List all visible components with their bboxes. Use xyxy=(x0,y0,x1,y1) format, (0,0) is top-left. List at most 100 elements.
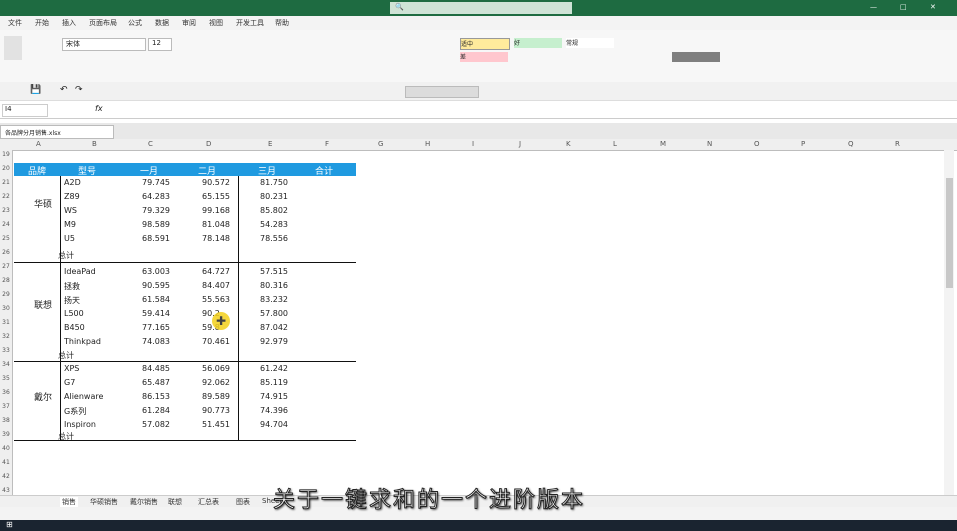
menu-item[interactable]: 插入 xyxy=(62,18,76,28)
value-cell[interactable]: 79.329 xyxy=(142,206,170,215)
column-header[interactable]: K xyxy=(566,140,571,148)
value-cell[interactable]: 86.153 xyxy=(142,392,170,401)
value-cell[interactable]: 57.082 xyxy=(142,420,170,429)
name-box[interactable]: I4 xyxy=(2,104,48,117)
value-cell[interactable]: 56.069 xyxy=(202,364,230,373)
brand-cell[interactable]: 华硕 xyxy=(34,197,52,210)
menu-item[interactable]: 文件 xyxy=(8,18,22,28)
menu-item[interactable]: 公式 xyxy=(128,18,142,28)
model-cell[interactable]: Inspiron xyxy=(64,420,96,429)
value-cell[interactable]: 81.750 xyxy=(260,178,288,187)
model-cell[interactable]: B450 xyxy=(64,323,85,332)
value-cell[interactable]: 57.800 xyxy=(260,309,288,318)
menu-item[interactable]: 开始 xyxy=(35,18,49,28)
value-cell[interactable]: 84.407 xyxy=(202,281,230,290)
value-cell[interactable]: 68.591 xyxy=(142,234,170,243)
menu-item[interactable]: 开发工具 xyxy=(236,18,264,28)
column-header[interactable]: Q xyxy=(848,140,854,148)
value-cell[interactable]: 92.979 xyxy=(260,337,288,346)
value-cell[interactable]: 84.485 xyxy=(142,364,170,373)
file-tab[interactable]: 各品牌分月销售.xlsx xyxy=(0,125,114,139)
windows-start-icon[interactable]: ⊞ xyxy=(6,520,13,529)
row-header[interactable]: 43 xyxy=(0,487,12,494)
model-cell[interactable]: 扬天 xyxy=(64,295,80,306)
redo-icon[interactable]: ↷ xyxy=(75,85,83,95)
sheet-tab[interactable]: 汇总表 xyxy=(198,497,219,507)
formula-input[interactable] xyxy=(118,104,948,115)
column-header[interactable]: L xyxy=(613,140,617,148)
column-header[interactable]: R xyxy=(895,140,900,148)
row-header[interactable]: 42 xyxy=(0,473,12,480)
row-header[interactable]: 33 xyxy=(0,347,12,354)
row-header[interactable]: 34 xyxy=(0,361,12,368)
value-cell[interactable]: 74.915 xyxy=(260,392,288,401)
value-cell[interactable]: 61.584 xyxy=(142,295,170,304)
value-cell[interactable]: 78.556 xyxy=(260,234,288,243)
row-header[interactable]: 22 xyxy=(0,193,12,200)
row-header[interactable]: 30 xyxy=(0,305,12,312)
save-icon[interactable]: 💾 xyxy=(30,85,41,95)
value-cell[interactable]: 77.165 xyxy=(142,323,170,332)
value-cell[interactable]: 70.461 xyxy=(202,337,230,346)
row-header[interactable]: 35 xyxy=(0,375,12,382)
value-cell[interactable]: 61.242 xyxy=(260,364,288,373)
column-header[interactable]: G xyxy=(378,140,383,148)
search-box[interactable]: 🔍 xyxy=(390,2,572,14)
value-cell[interactable]: 61.284 xyxy=(142,406,170,415)
value-cell[interactable]: 90.773 xyxy=(202,406,230,415)
font-size-select[interactable]: 12 xyxy=(148,38,172,51)
model-cell[interactable]: WS xyxy=(64,206,77,215)
column-header[interactable]: J xyxy=(519,140,521,148)
column-header[interactable]: O xyxy=(754,140,760,148)
value-cell[interactable]: 98.589 xyxy=(142,220,170,229)
value-cell[interactable]: 63.003 xyxy=(142,267,170,276)
restore-icon[interactable]: □ xyxy=(900,3,907,11)
value-cell[interactable]: 90.595 xyxy=(142,281,170,290)
value-cell[interactable]: 59.414 xyxy=(142,309,170,318)
brand-cell[interactable]: 联想 xyxy=(34,298,52,311)
brand-cell[interactable]: 戴尔 xyxy=(34,390,52,403)
column-header[interactable]: D xyxy=(206,140,211,148)
value-cell[interactable]: 81.048 xyxy=(202,220,230,229)
model-cell[interactable]: IdeaPad xyxy=(64,267,96,276)
column-header[interactable]: H xyxy=(425,140,430,148)
sheet-tab[interactable]: 销售 xyxy=(60,497,78,507)
value-cell[interactable]: 55.563 xyxy=(202,295,230,304)
minimize-icon[interactable]: — xyxy=(870,3,877,11)
row-header[interactable]: 37 xyxy=(0,403,12,410)
value-cell[interactable]: 51.451 xyxy=(202,420,230,429)
row-header[interactable]: 23 xyxy=(0,207,12,214)
undo-icon[interactable]: ↶ xyxy=(60,85,68,95)
menu-item[interactable]: 页面布局 xyxy=(89,18,117,28)
value-cell[interactable]: 74.083 xyxy=(142,337,170,346)
value-cell[interactable]: 78.148 xyxy=(202,234,230,243)
value-cell[interactable]: 85.802 xyxy=(260,206,288,215)
row-header[interactable]: 36 xyxy=(0,389,12,396)
style-good[interactable]: 好 xyxy=(514,38,562,48)
menu-item[interactable]: 审阅 xyxy=(182,18,196,28)
model-cell[interactable]: Alienware xyxy=(64,392,103,401)
model-cell[interactable]: 拯救 xyxy=(64,281,80,292)
column-header[interactable]: A xyxy=(36,140,41,148)
column-header[interactable]: C xyxy=(148,140,153,148)
model-cell[interactable]: A2D xyxy=(64,178,81,187)
value-cell[interactable]: 64.283 xyxy=(142,192,170,201)
row-header[interactable]: 24 xyxy=(0,221,12,228)
value-cell[interactable]: 54.283 xyxy=(260,220,288,229)
row-header[interactable]: 21 xyxy=(0,179,12,186)
row-header[interactable]: 40 xyxy=(0,445,12,452)
value-cell[interactable]: 85.119 xyxy=(260,378,288,387)
font-name-select[interactable]: 宋体 xyxy=(62,38,146,51)
model-cell[interactable]: G系列 xyxy=(64,406,86,417)
model-cell[interactable]: U5 xyxy=(64,234,75,243)
sheet-tab[interactable]: 联想 xyxy=(168,497,182,507)
value-cell[interactable]: 90.572 xyxy=(202,178,230,187)
row-header[interactable]: 31 xyxy=(0,319,12,326)
row-header[interactable]: 25 xyxy=(0,235,12,242)
value-cell[interactable]: 94.704 xyxy=(260,420,288,429)
row-header[interactable]: 32 xyxy=(0,333,12,340)
value-cell[interactable]: 57.515 xyxy=(260,267,288,276)
column-header[interactable]: M xyxy=(660,140,666,148)
row-header[interactable]: 41 xyxy=(0,459,12,466)
value-cell[interactable]: 74.396 xyxy=(260,406,288,415)
